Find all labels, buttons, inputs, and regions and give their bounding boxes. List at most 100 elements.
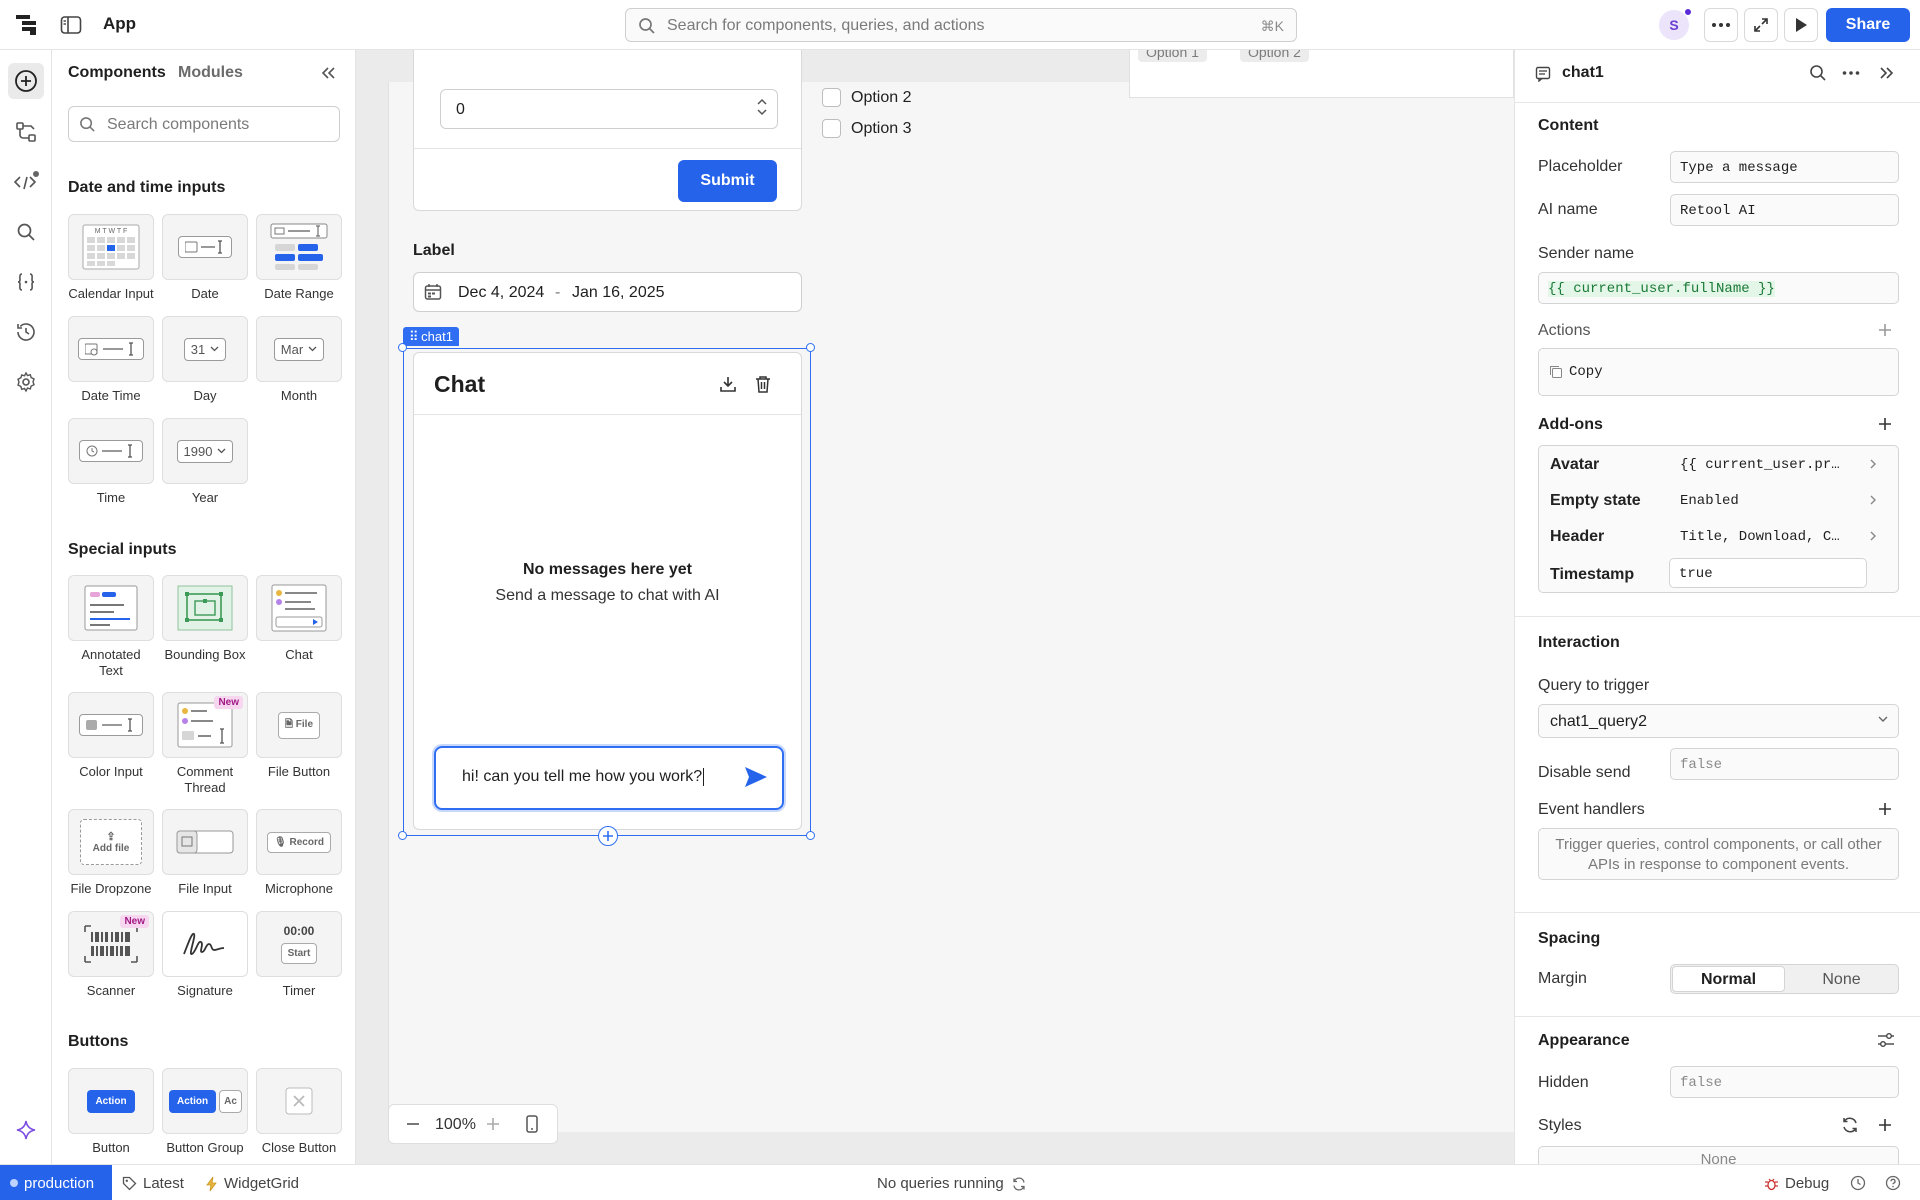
- inspector-title[interactable]: chat1: [1562, 64, 1604, 82]
- history-rail-button[interactable]: [8, 314, 44, 350]
- selected-component-tag[interactable]: ⠿ chat1: [403, 327, 459, 346]
- tile-color-input[interactable]: Color Input: [68, 692, 154, 780]
- sliders-icon[interactable]: [1877, 1032, 1895, 1048]
- tile-signature[interactable]: Signature: [162, 911, 248, 999]
- collapse-inspector-icon[interactable]: [1878, 64, 1894, 82]
- placeholder-field[interactable]: Type a message: [1670, 151, 1899, 183]
- history-icon[interactable]: [1850, 1175, 1866, 1191]
- global-search-input[interactable]: Search for components, queries, and acti…: [625, 8, 1297, 42]
- add-event-handler-icon[interactable]: [1877, 801, 1893, 817]
- tile-calendar-input[interactable]: M T W T F Calendar Input: [68, 214, 154, 302]
- tab-modules[interactable]: Modules: [178, 64, 243, 82]
- trash-icon[interactable]: [755, 375, 771, 393]
- send-icon[interactable]: [744, 766, 768, 788]
- tile-file-button[interactable]: 🗎 File File Button: [256, 692, 342, 780]
- sidebar-toggle-icon[interactable]: [58, 13, 84, 37]
- zoom-level[interactable]: 100%: [435, 1116, 476, 1134]
- checkbox-option-3[interactable]: Option 3: [822, 119, 911, 138]
- tile-comment-thread[interactable]: New Comment Thread: [162, 692, 248, 796]
- more-options-button[interactable]: [1704, 8, 1738, 42]
- debug-button[interactable]: Debug: [1764, 1175, 1829, 1192]
- ellipsis-icon[interactable]: [1842, 64, 1860, 82]
- environment-selector[interactable]: production: [0, 1165, 112, 1200]
- resize-handle[interactable]: [806, 343, 815, 352]
- add-addon-icon[interactable]: [1877, 416, 1893, 432]
- margin-normal-option[interactable]: Normal: [1672, 966, 1785, 992]
- resize-handle[interactable]: [398, 831, 407, 840]
- preview-button[interactable]: [1784, 8, 1818, 42]
- share-button[interactable]: Share: [1826, 8, 1910, 42]
- help-icon[interactable]: [1885, 1175, 1901, 1191]
- tab-components[interactable]: Components: [68, 64, 166, 82]
- pages-rail-button[interactable]: [8, 114, 44, 150]
- tile-file-input[interactable]: File Input: [162, 809, 248, 897]
- search-icon[interactable]: [1809, 64, 1827, 82]
- expand-button[interactable]: [1744, 8, 1778, 42]
- search-rail-button[interactable]: [8, 214, 44, 250]
- tile-close-button[interactable]: Close Button: [256, 1068, 342, 1156]
- tile-button-group[interactable]: Action Ac Button Group: [162, 1068, 248, 1156]
- download-icon[interactable]: [719, 375, 737, 393]
- resize-handle[interactable]: [398, 343, 407, 352]
- page-selector[interactable]: WidgetGrid: [206, 1175, 299, 1192]
- tile-year[interactable]: 1990 Year: [162, 418, 248, 506]
- collapse-panel-icon[interactable]: [320, 66, 336, 80]
- app-title[interactable]: App: [103, 14, 136, 34]
- addon-header[interactable]: Header Title, Download, C…: [1539, 518, 1898, 554]
- reset-icon[interactable]: [1841, 1116, 1859, 1134]
- hidden-field[interactable]: false: [1670, 1066, 1899, 1098]
- sender-name-field[interactable]: {{ current_user.fullName }}: [1538, 272, 1899, 304]
- tile-file-dropzone[interactable]: ⇪ Add file File Dropzone: [68, 809, 154, 897]
- action-copy[interactable]: Copy: [1549, 364, 1603, 380]
- retool-logo-icon[interactable]: [14, 12, 42, 38]
- tile-scanner[interactable]: New Scanner: [68, 911, 154, 999]
- components-search-input[interactable]: Search components: [68, 106, 340, 142]
- tile-timer[interactable]: 00:00 Start Timer: [256, 911, 342, 999]
- multiselect-component[interactable]: Option 1 Option 2: [1129, 50, 1514, 98]
- chat-component[interactable]: Chat No messages here yet Send a message…: [413, 352, 802, 830]
- checkbox[interactable]: [822, 119, 841, 138]
- timestamp-field[interactable]: true: [1669, 558, 1867, 588]
- tag-chip[interactable]: Option 1: [1138, 50, 1207, 62]
- form-component[interactable]: 0 Submit: [413, 50, 802, 211]
- styles-field[interactable]: None: [1538, 1146, 1899, 1164]
- add-component-rail-button[interactable]: [8, 63, 44, 99]
- addon-empty-state[interactable]: Empty state Enabled: [1539, 482, 1898, 518]
- plus-icon[interactable]: [485, 1115, 501, 1133]
- state-rail-button[interactable]: [8, 264, 44, 300]
- branch-selector[interactable]: Latest: [122, 1175, 184, 1192]
- queries-status[interactable]: No queries running: [877, 1175, 1026, 1192]
- assist-rail-button[interactable]: [8, 1112, 44, 1148]
- tile-time[interactable]: Time: [68, 418, 154, 506]
- tile-month[interactable]: Mar Month: [256, 316, 342, 404]
- tile-day[interactable]: 31 Day: [162, 316, 248, 404]
- number-input[interactable]: 0: [440, 89, 778, 129]
- checkbox[interactable]: [822, 88, 841, 107]
- ai-name-field[interactable]: Retool AI: [1670, 194, 1899, 226]
- tile-date-range[interactable]: Date Range: [256, 214, 342, 302]
- query-to-trigger-select[interactable]: chat1_query2: [1538, 704, 1899, 738]
- tile-chat[interactable]: Chat: [256, 575, 342, 663]
- tag-chip[interactable]: Option 2: [1240, 50, 1309, 62]
- addon-avatar[interactable]: Avatar {{ current_user.pr…: [1539, 446, 1898, 482]
- checkbox-option-2[interactable]: Option 2: [822, 88, 911, 107]
- tile-date[interactable]: Date: [162, 214, 248, 302]
- tile-microphone[interactable]: 🎙 Record Microphone: [256, 809, 342, 897]
- submit-button[interactable]: Submit: [678, 160, 777, 202]
- tile-date-time[interactable]: Date Time: [68, 316, 154, 404]
- date-range-input[interactable]: Dec 4, 2024 - Jan 16, 2025: [413, 272, 802, 312]
- stepper-icon[interactable]: [757, 96, 767, 118]
- chat-message-input[interactable]: hi! can you tell me how you work?: [434, 746, 784, 810]
- add-style-icon[interactable]: [1877, 1117, 1893, 1133]
- code-rail-button[interactable]: [8, 164, 44, 200]
- tile-annotated-text[interactable]: Annotated Text: [68, 575, 154, 679]
- resize-handle[interactable]: [806, 831, 815, 840]
- settings-rail-button[interactable]: [8, 364, 44, 400]
- minus-icon[interactable]: [405, 1115, 421, 1133]
- add-below-button[interactable]: [598, 826, 618, 846]
- margin-none-option[interactable]: None: [1785, 966, 1898, 992]
- tile-bounding-box[interactable]: Bounding Box: [162, 575, 248, 663]
- mobile-device-icon[interactable]: [525, 1115, 539, 1133]
- disable-send-field[interactable]: false: [1670, 748, 1899, 780]
- add-action-icon[interactable]: [1877, 322, 1893, 338]
